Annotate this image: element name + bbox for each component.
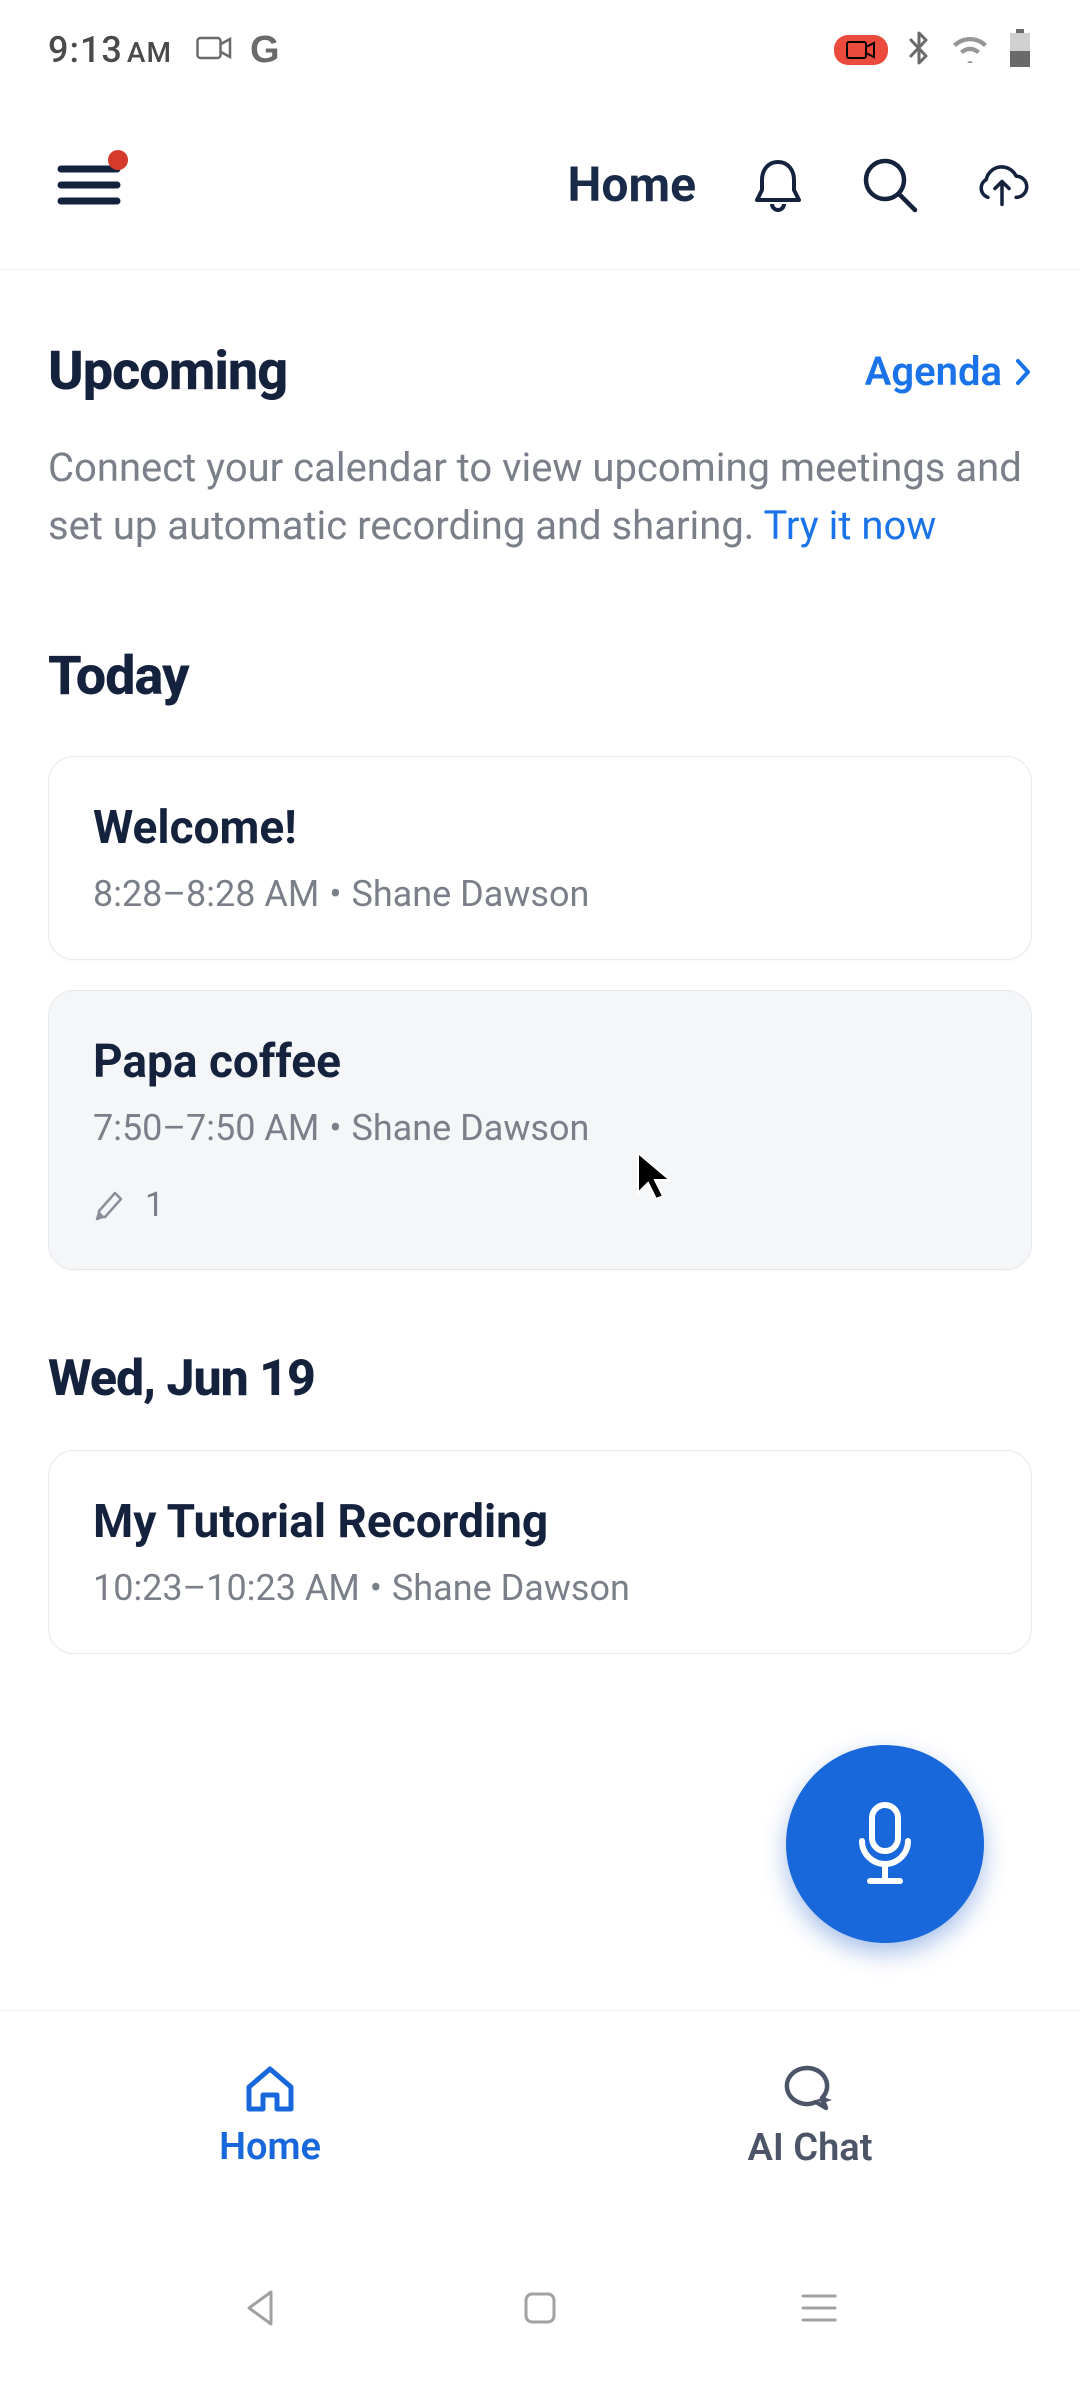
card-title: Papa coffee xyxy=(93,1035,987,1089)
mouse-cursor-icon xyxy=(634,1151,674,1207)
nav-ai-chat-label: AI Chat xyxy=(748,2126,873,2170)
microphone-icon xyxy=(850,1799,920,1889)
bell-icon[interactable] xyxy=(748,155,808,215)
status-time: 9:13AM xyxy=(48,29,172,71)
page-title: Home xyxy=(568,156,696,213)
highlighter-icon xyxy=(93,1187,129,1223)
chat-sparkle-icon xyxy=(782,2062,838,2114)
record-fab[interactable] xyxy=(786,1745,984,1943)
wifi-icon xyxy=(950,33,990,67)
try-it-now-link[interactable]: Try it now xyxy=(764,502,937,549)
bottom-navigation: Home AI Chat xyxy=(0,2010,1080,2220)
search-icon[interactable] xyxy=(860,155,920,215)
app-header: Home xyxy=(0,100,1080,270)
google-g-icon: G xyxy=(250,29,280,72)
card-title: My Tutorial Recording xyxy=(93,1495,987,1549)
agenda-label: Agenda xyxy=(865,348,1002,395)
recording-card-papa-coffee[interactable]: Papa coffee 7:50–7:50 AM•Shane Dawson 1 xyxy=(48,990,1032,1270)
card-meta: 10:23–10:23 AM•Shane Dawson xyxy=(93,1567,987,1609)
today-title: Today xyxy=(48,645,1032,708)
nav-ai-chat[interactable]: AI Chat xyxy=(540,2011,1080,2220)
recent-apps-button[interactable] xyxy=(799,2292,839,2328)
video-icon xyxy=(196,35,232,65)
chevron-right-icon xyxy=(1014,357,1032,387)
android-status-bar: 9:13AM G xyxy=(0,0,1080,100)
main-content: Upcoming Agenda Connect your calendar to… xyxy=(0,270,1080,1654)
card-meta: 8:28–8:28 AM•Shane Dawson xyxy=(93,873,987,915)
upcoming-title: Upcoming xyxy=(48,340,287,403)
nav-home[interactable]: Home xyxy=(0,2011,540,2220)
card-meta: 7:50–7:50 AM•Shane Dawson xyxy=(93,1107,987,1149)
recording-card-welcome[interactable]: Welcome! 8:28–8:28 AM•Shane Dawson xyxy=(48,756,1032,960)
highlight-count: 1 xyxy=(93,1185,987,1225)
bluetooth-icon xyxy=(906,29,932,71)
battery-icon xyxy=(1008,29,1032,71)
card-title: Welcome! xyxy=(93,801,987,855)
home-button[interactable] xyxy=(522,2290,558,2330)
recording-card-tutorial[interactable]: My Tutorial Recording 10:23–10:23 AM•Sha… xyxy=(48,1450,1032,1654)
cloud-upload-icon[interactable] xyxy=(972,155,1032,215)
android-system-nav xyxy=(0,2220,1080,2400)
agenda-link[interactable]: Agenda xyxy=(865,348,1032,395)
upcoming-description: Connect your calendar to view upcoming m… xyxy=(48,439,1032,555)
date-header-wed: Wed, Jun 19 xyxy=(48,1350,1032,1408)
back-button[interactable] xyxy=(241,2288,281,2332)
nav-home-label: Home xyxy=(219,2125,321,2169)
notification-dot-icon xyxy=(108,150,128,170)
home-icon xyxy=(243,2063,297,2113)
menu-button[interactable] xyxy=(54,150,124,220)
screen-record-badge xyxy=(834,35,888,65)
